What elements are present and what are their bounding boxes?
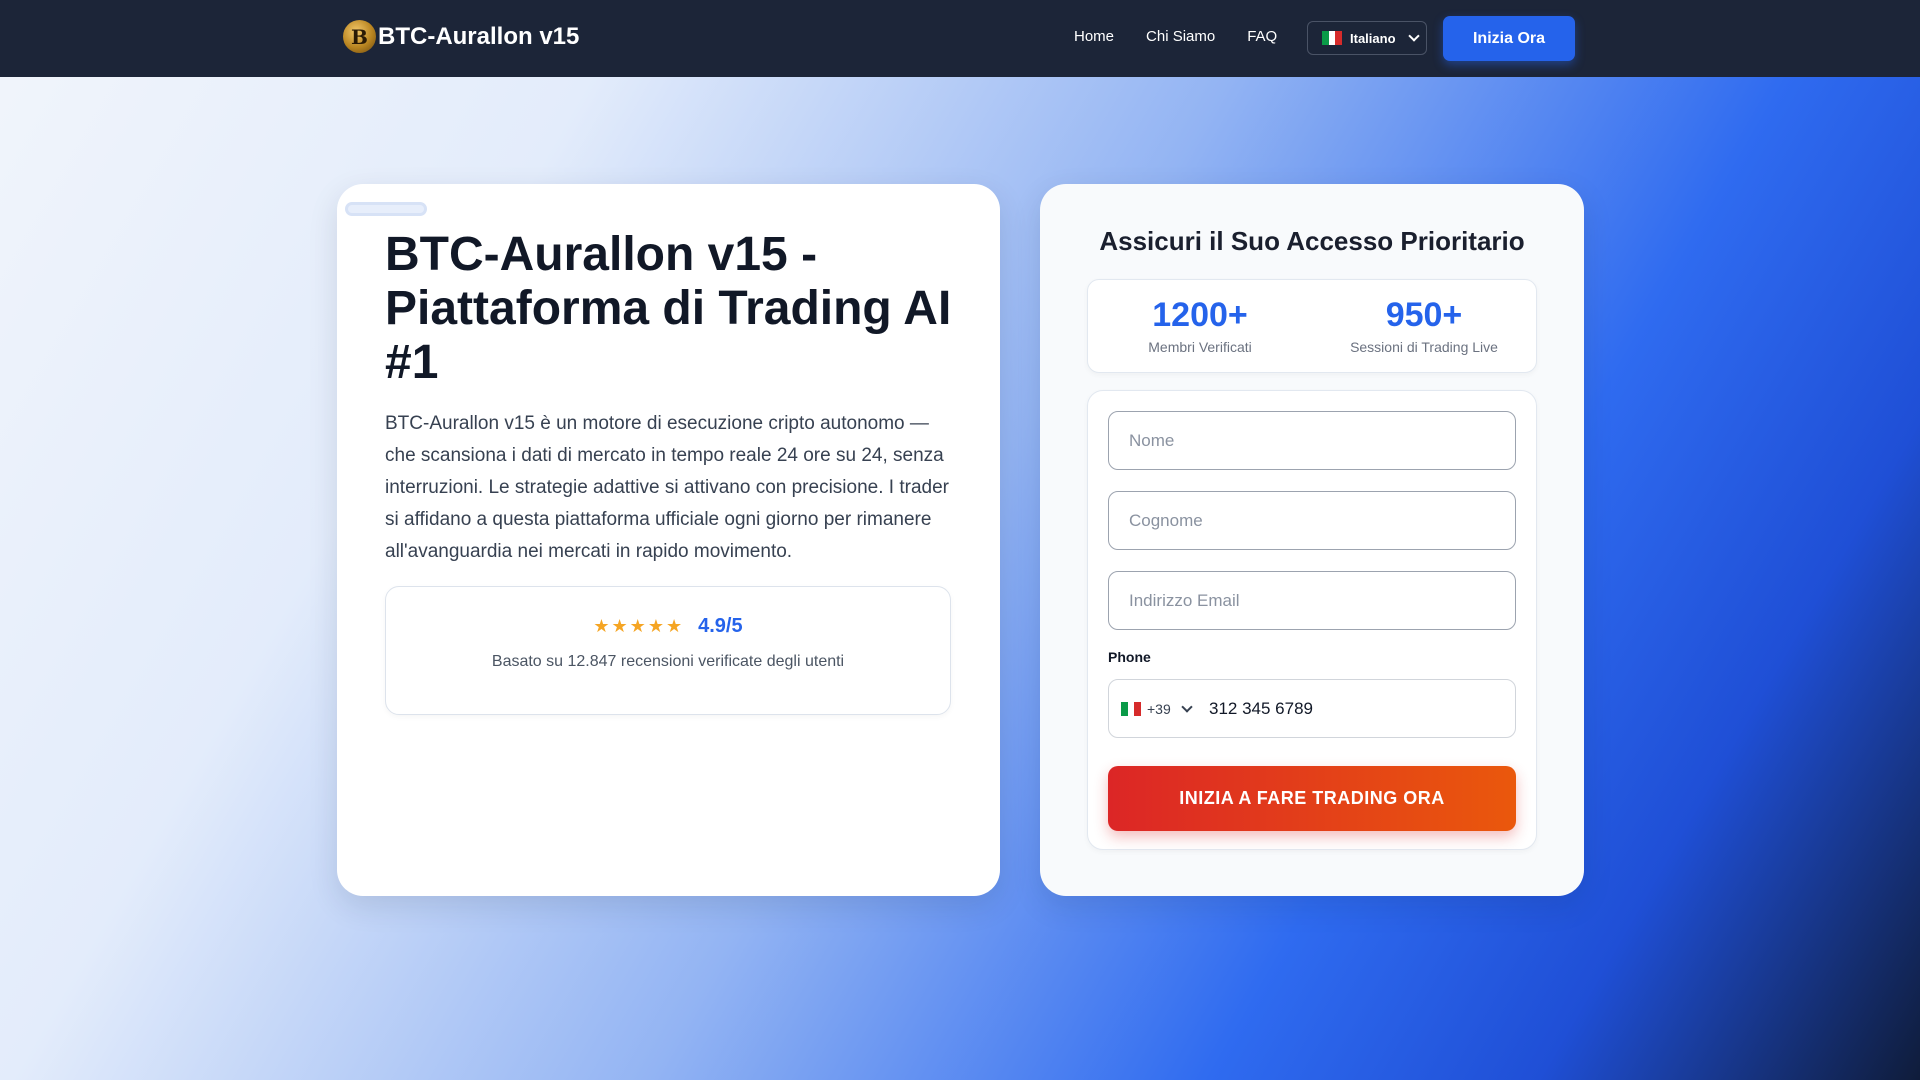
bitcoin-logo-icon: B (343, 20, 376, 53)
italy-flag-icon (1121, 701, 1142, 716)
phone-input[interactable] (1209, 680, 1515, 737)
start-now-button[interactable]: Inizia Ora (1443, 16, 1575, 61)
brand[interactable]: B BTC-Aurallon v15 (343, 20, 579, 53)
hero-card: BTC-Aurallon v15 - Piattaforma di Tradin… (337, 184, 1000, 896)
stats-box: 1200+ Membri Verificati 950+ Sessioni di… (1087, 279, 1537, 373)
country-code: +39 (1147, 700, 1171, 717)
stat-label: Sessioni di Trading Live (1350, 339, 1498, 355)
hero-description: BTC-Aurallon v15 è un motore di esecuzio… (385, 413, 949, 562)
form-title: Assicuri il Suo Accesso Prioritario (1099, 226, 1525, 256)
stat-value: 950+ (1385, 296, 1463, 334)
phone-field: +39 (1108, 679, 1516, 738)
italy-flag-icon (1322, 31, 1343, 45)
signup-form: Phone +39 INIZIA A FARE TRADING ORA (1087, 390, 1537, 850)
nav-links: Home Chi Siamo FAQ (1074, 28, 1277, 45)
nav-link-home[interactable]: Home (1074, 28, 1114, 45)
last-name-input[interactable] (1108, 491, 1516, 550)
language-select[interactable]: Italiano (1307, 21, 1427, 55)
hero-title: BTC-Aurallon v15 - Piattaforma di Tradin… (385, 228, 952, 389)
chevron-down-icon (1407, 30, 1420, 42)
country-code-select[interactable]: +39 (1109, 701, 1209, 717)
stars-icon: ★★★★★ (593, 616, 685, 636)
nav-link-faq[interactable]: FAQ (1247, 28, 1277, 45)
nav-link-chi-siamo[interactable]: Chi Siamo (1146, 28, 1215, 45)
stat-label: Membri Verificati (1148, 339, 1252, 355)
stat-sessions: 950+ Sessioni di Trading Live (1312, 280, 1536, 372)
navbar: B BTC-Aurallon v15 Home Chi Siamo FAQ It… (0, 0, 1920, 77)
decorative-pill (345, 202, 427, 216)
stat-value: 1200+ (1152, 296, 1248, 334)
stat-members: 1200+ Membri Verificati (1088, 280, 1312, 372)
rating-subtitle: Basato su 12.847 recensioni verificate d… (491, 653, 845, 670)
email-input[interactable] (1108, 571, 1516, 630)
brand-name: BTC-Aurallon v15 (378, 22, 580, 50)
phone-label: Phone (1108, 649, 1151, 665)
start-trading-button[interactable]: INIZIA A FARE TRADING ORA (1108, 766, 1516, 831)
language-label: Italiano (1350, 30, 1396, 46)
signup-card: Assicuri il Suo Accesso Prioritario 1200… (1040, 184, 1584, 896)
first-name-input[interactable] (1108, 411, 1516, 470)
rating-score: 4.9/5 (698, 615, 743, 637)
chevron-down-icon (1181, 700, 1193, 713)
rating-box: ★★★★★ 4.9/5 Basato su 12.847 recensioni … (385, 586, 951, 715)
rating-row: ★★★★★ 4.9/5 (386, 615, 950, 638)
